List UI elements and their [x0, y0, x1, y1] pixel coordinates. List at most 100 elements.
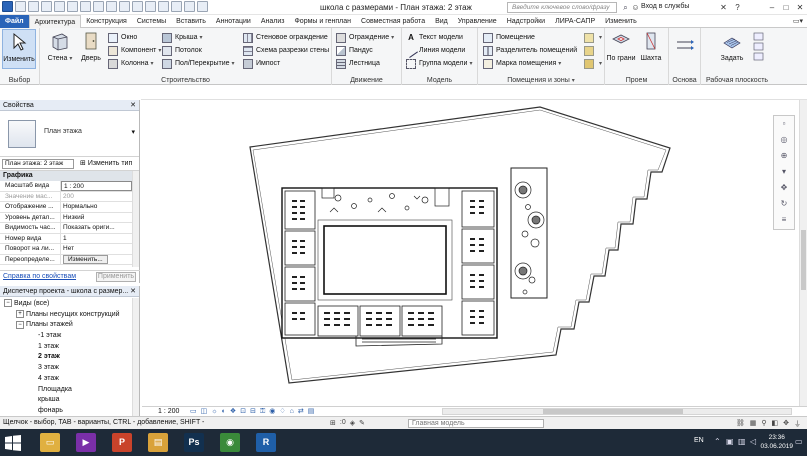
modify-button[interactable]: Изменить	[2, 29, 36, 69]
explorer-icon[interactable]: ▭	[40, 433, 60, 452]
volume-icon[interactable]: ◁	[750, 437, 756, 446]
by-face-button[interactable]: По грани	[606, 29, 636, 69]
collapse-icon[interactable]: −	[4, 299, 12, 308]
browser-node[interactable]: + Планы несущих конструкций	[0, 309, 131, 321]
visual-style-icon[interactable]: ◫	[201, 408, 208, 416]
powerpoint-icon[interactable]: P	[112, 433, 132, 452]
browser-node[interactable]: − Планы этажей	[0, 320, 131, 331]
editable-only-icon[interactable]: ✎	[359, 419, 365, 427]
help-icon[interactable]: ?	[732, 2, 743, 13]
tray-arrow-icon[interactable]: ⌃	[714, 437, 721, 446]
redo-icon[interactable]	[67, 1, 78, 12]
browser-node[interactable]: 2 этаж	[0, 352, 131, 363]
3d-view-icon[interactable]	[145, 1, 156, 12]
canvas-horizontal-scrollbar[interactable]	[442, 408, 792, 415]
prop-row[interactable]: Номер вида 1	[0, 233, 132, 244]
zoom-icon[interactable]: ⊕	[774, 148, 794, 164]
wall-button[interactable]: Стена ▾	[43, 29, 77, 69]
sign-in-link[interactable]: Вход в службы	[641, 3, 689, 10]
properties-help-link[interactable]: Справка по свойствам	[3, 273, 76, 280]
tab-file[interactable]: Файл	[0, 14, 29, 28]
tab-annotate[interactable]: Аннотации	[211, 15, 256, 28]
component-button[interactable]: Компонент ▾	[108, 44, 161, 57]
room-separator-button[interactable]: Разделитель помещений	[483, 44, 577, 57]
prop-value[interactable]: 1	[61, 234, 132, 244]
unlocked-3d-icon[interactable]: ⚿	[260, 408, 265, 416]
undo-icon[interactable]	[54, 1, 65, 12]
worksets-icon[interactable]: ⊞	[330, 419, 336, 427]
close-properties-icon[interactable]: ✕	[130, 100, 136, 111]
detail-level-icon[interactable]: ▭	[190, 408, 197, 416]
model-group-button[interactable]: Группа модели ▾	[406, 57, 472, 70]
edit-type-button[interactable]: ⊞ Изменить тип	[80, 159, 132, 167]
view-scale[interactable]: 1 : 200	[158, 407, 179, 416]
sun-path-icon[interactable]: ☼	[211, 408, 217, 416]
close-button[interactable]: ✕	[793, 0, 807, 15]
floor-plan-drawing[interactable]	[142, 100, 807, 406]
prop-value[interactable]: Низкий	[61, 213, 132, 223]
analytical-model-icon[interactable]: ⌂	[290, 408, 294, 416]
browser-node[interactable]: 3 этаж	[0, 363, 131, 374]
curtain-grid-button[interactable]: Схема разрезки стены	[243, 44, 329, 57]
ramp-button[interactable]: Пандус	[336, 44, 373, 57]
prop-row[interactable]: Отображение ... Нормально	[0, 202, 132, 213]
level-grid-icon[interactable]	[675, 36, 695, 56]
tab-modify[interactable]: Изменить	[600, 15, 642, 28]
room-tag-button[interactable]: Марка помещения ▾	[483, 57, 561, 70]
curtain-system-button[interactable]: Стеновое ограждение	[243, 31, 328, 44]
tab-collaborate[interactable]: Совместная работа	[356, 15, 430, 28]
roof-button[interactable]: Крыша ▾	[162, 31, 203, 44]
measure-icon[interactable]	[93, 1, 104, 12]
view-properties-icon[interactable]: ▤	[308, 408, 315, 416]
edit-overrides-button[interactable]: Изменить...	[63, 254, 108, 264]
tab-structure[interactable]: Конструкция	[81, 15, 132, 28]
browser-scrollbar[interactable]	[132, 298, 139, 416]
user-icon[interactable]: ☺	[630, 2, 641, 13]
prop-row[interactable]: Переопределе... Изменить...	[0, 254, 132, 265]
pan-icon[interactable]: ✥	[774, 180, 794, 196]
properties-scrollbar[interactable]	[132, 171, 139, 267]
browser-node[interactable]: 1 этаж	[0, 342, 131, 353]
browser-node[interactable]: -1 этаж	[0, 331, 131, 342]
open-icon[interactable]	[15, 1, 26, 12]
active-workset-select[interactable]: Главная модель	[408, 419, 544, 428]
filter-icon[interactable]: ⏚	[794, 419, 801, 429]
drag-on-selection-icon[interactable]: ✥	[783, 419, 789, 429]
prop-value[interactable]: Нет	[61, 244, 132, 254]
vertical-scroll-thumb[interactable]	[801, 230, 806, 290]
stair-button[interactable]: Лестница	[336, 57, 380, 70]
select-links-icon[interactable]: ⛓	[736, 419, 745, 429]
sync-icon[interactable]	[41, 1, 52, 12]
tab-lira-sapr[interactable]: ЛИРА-САПР	[550, 15, 600, 28]
design-options-icon[interactable]: ◈	[350, 419, 355, 427]
revit-icon[interactable]: R	[256, 433, 276, 452]
navbar-options-icon[interactable]: ≡	[774, 212, 794, 228]
print-icon[interactable]	[80, 1, 91, 12]
area-tag-button[interactable]: ▾	[584, 57, 602, 70]
crop-view-icon[interactable]: ⊡	[240, 408, 246, 416]
notifications-icon[interactable]: ▭	[795, 437, 803, 446]
apply-button[interactable]: Применить	[96, 272, 136, 282]
tray-app-icon[interactable]: ▣	[726, 437, 734, 446]
model-line-button[interactable]: Линия модели	[404, 43, 465, 58]
room-button[interactable]: Помещение	[483, 31, 535, 44]
select-underlay-icon[interactable]: ▦	[750, 419, 757, 429]
tab-manage[interactable]: Управление	[453, 15, 502, 28]
select-pinned-icon[interactable]: ⚲	[761, 419, 766, 429]
highlight-displacement-icon[interactable]: ⇄	[298, 408, 304, 416]
text-icon[interactable]	[132, 1, 143, 12]
area-boundary-button[interactable]	[584, 44, 597, 57]
collapse-icon[interactable]: −	[16, 320, 24, 329]
shadows-icon[interactable]: ◐	[222, 408, 226, 416]
tag-icon[interactable]	[119, 1, 130, 12]
prop-row[interactable]: Масштаб вида 1 : 200	[0, 181, 132, 192]
floor-button[interactable]: Пол/Перекрытие ▾	[162, 57, 235, 70]
shaft-button[interactable]: Шахта	[636, 29, 666, 69]
browser-node[interactable]: крыша	[0, 395, 131, 406]
prop-value[interactable]: Показать ориги...	[61, 223, 132, 233]
temporary-hide-icon[interactable]: ◉	[269, 408, 275, 416]
media-player-icon[interactable]: ▶	[76, 433, 96, 452]
tab-analyze[interactable]: Анализ	[256, 15, 290, 28]
tab-systems[interactable]: Системы	[132, 15, 171, 28]
files-icon[interactable]: ▤	[148, 433, 168, 452]
